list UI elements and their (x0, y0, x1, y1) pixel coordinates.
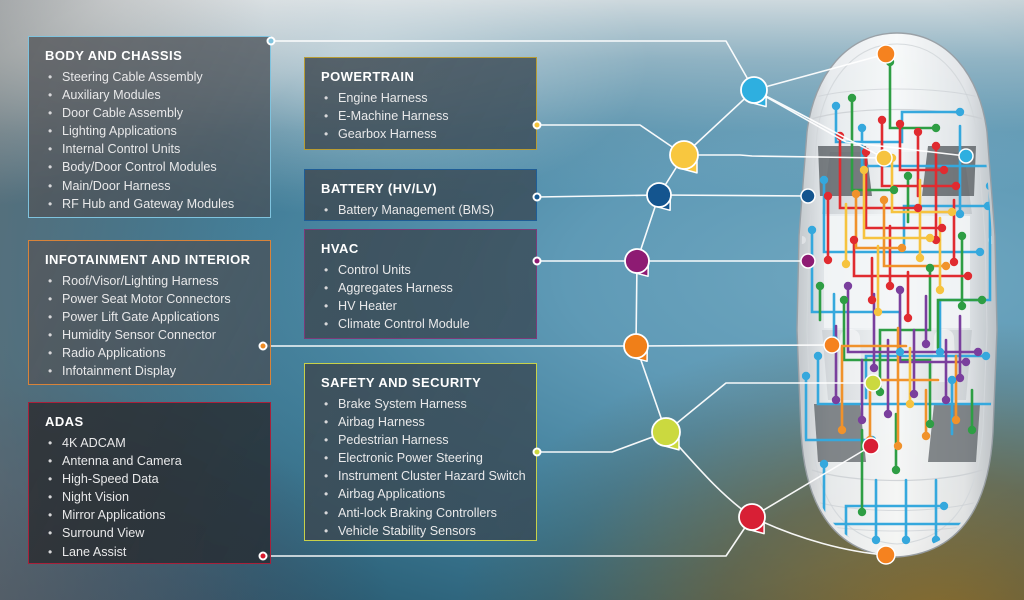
panel-powertrain[interactable]: POWERTRAIN Engine HarnessE-Machine Harnes… (304, 57, 537, 150)
network-node-roof-endpoint-node[interactable] (876, 44, 896, 64)
network-node-car-purple-tap[interactable] (800, 253, 816, 269)
list-item[interactable]: Internal Control Units (45, 140, 256, 158)
node-circle[interactable] (864, 374, 882, 392)
panel-title-safety-and-security: SAFETY AND SECURITY (321, 375, 482, 390)
list-item[interactable]: Infotainment Display (45, 362, 256, 380)
list-item[interactable]: Antenna and Camera (45, 452, 256, 470)
node-circle[interactable] (669, 140, 699, 170)
connector-dot-powertrain[interactable] (532, 120, 542, 130)
node-circle[interactable] (624, 248, 650, 274)
panel-list-infotainment-and-interior: Roof/Visor/Lighting HarnessPower Seat Mo… (45, 272, 256, 381)
list-item[interactable]: Vehicle Stability Sensors (321, 522, 522, 540)
panel-adas[interactable]: ADAS 4K ADCAMAntenna and CameraHigh-Speed… (28, 402, 271, 564)
list-item[interactable]: Electronic Power Steering (321, 449, 522, 467)
node-circle[interactable] (738, 503, 766, 531)
connector-dot-safety-and-security[interactable] (532, 447, 542, 457)
network-node-car-navy-tap[interactable] (800, 188, 816, 204)
panel-list-adas: 4K ADCAMAntenna and CameraHigh-Speed Dat… (45, 434, 256, 561)
panel-body-and-chassis[interactable]: BODY AND CHASSIS Steering Cable AssemblyA… (28, 36, 271, 218)
node-circle[interactable] (800, 253, 816, 269)
list-item[interactable]: HV Heater (321, 297, 522, 315)
list-item[interactable]: Lane Assist (45, 543, 256, 561)
connector-dot-battery-hv-lv[interactable] (532, 192, 542, 202)
list-item[interactable]: Gearbox Harness (321, 125, 522, 143)
panel-title-hvac: HVAC (321, 241, 359, 256)
node-circle[interactable] (862, 437, 880, 455)
list-item[interactable]: Mirror Applications (45, 506, 256, 524)
panel-title-body-and-chassis: BODY AND CHASSIS (45, 48, 183, 63)
panel-infotainment-and-interior[interactable]: INFOTAINMENT AND INTERIOR Roof/Visor/Ligh… (28, 240, 271, 385)
list-item[interactable]: E-Machine Harness (321, 107, 522, 125)
node-circle[interactable] (958, 148, 974, 164)
infographic-canvas: BODY AND CHASSISSteering Cable AssemblyA… (0, 0, 1024, 600)
network-node-battery-node[interactable] (646, 182, 672, 212)
list-item[interactable]: Airbag Harness (321, 413, 522, 431)
list-item[interactable]: RF Hub and Gateway Modules (45, 195, 256, 213)
list-item[interactable]: Humidity Sensor Connector (45, 326, 256, 344)
list-item[interactable]: Main/Door Harness (45, 177, 256, 195)
list-item[interactable]: Airbag Applications (321, 485, 522, 503)
panel-list-hvac: Control UnitsAggregates HarnessHV Heater… (321, 261, 522, 333)
panel-battery-hv-lv[interactable]: BATTERY (HV/LV) Battery Management (BMS) (304, 169, 537, 221)
network-node-car-lime-tap[interactable] (864, 374, 882, 392)
list-item[interactable]: Power Lift Gate Applications (45, 308, 256, 326)
node-circle[interactable] (823, 336, 841, 354)
list-item[interactable]: Control Units (321, 261, 522, 279)
list-item[interactable]: Instrument Cluster Hazard Switch (321, 467, 526, 485)
list-item[interactable]: High-Speed Data (45, 470, 256, 488)
list-item[interactable]: Battery Management (BMS) (321, 201, 522, 219)
list-item[interactable]: Roof/Visor/Lighting Harness (45, 272, 256, 290)
list-item[interactable]: Brake System Harness (321, 395, 522, 413)
list-item[interactable]: Lighting Applications (45, 122, 256, 140)
panel-safety-and-security[interactable]: SAFETY AND SECURITYBrake System HarnessA… (304, 363, 537, 541)
list-item[interactable]: Anti-lock Braking Controllers (321, 504, 522, 522)
panel-hvac[interactable]: HVAC Control UnitsAggregates HarnessHV He… (304, 229, 537, 339)
network-node-car-gold-tap[interactable] (875, 149, 893, 167)
network-node-car-orange-tap[interactable] (823, 336, 841, 354)
network-node-powertrain-node[interactable] (669, 140, 699, 174)
list-item[interactable]: Auxiliary Modules (45, 86, 256, 104)
node-circle[interactable] (646, 182, 672, 208)
list-item[interactable]: Night Vision (45, 488, 256, 506)
list-item[interactable]: Power Seat Motor Connectors (45, 290, 256, 308)
list-item[interactable]: Body/Door Control Modules (45, 158, 256, 176)
panel-list-battery-hv-lv: Battery Management (BMS) (321, 201, 522, 219)
network-node-infotainment-node[interactable] (623, 333, 649, 363)
node-circle[interactable] (875, 149, 893, 167)
connector-dot-adas[interactable] (258, 551, 268, 561)
list-item[interactable]: Steering Cable Assembly (45, 68, 256, 86)
list-item[interactable]: Door Cable Assembly (45, 104, 256, 122)
list-item[interactable]: Surround View (45, 524, 256, 542)
connector-dot-hvac[interactable] (532, 256, 542, 266)
network-node-body-and-chassis-node[interactable] (740, 76, 768, 108)
list-item[interactable]: Engine Harness (321, 89, 522, 107)
panel-title-infotainment-and-interior: INFOTAINMENT AND INTERIOR (45, 252, 251, 267)
network-nodes (623, 44, 974, 565)
network-node-hvac-node[interactable] (624, 248, 650, 278)
list-item[interactable]: Radio Applications (45, 344, 256, 362)
node-circle[interactable] (876, 44, 896, 64)
panel-list-body-and-chassis: Steering Cable AssemblyAuxiliary Modules… (45, 68, 256, 213)
node-circle[interactable] (876, 545, 896, 565)
node-circle[interactable] (740, 76, 768, 104)
network-node-car-cyan-tap[interactable] (958, 148, 974, 164)
panel-title-adas: ADAS (45, 414, 84, 429)
panel-list-powertrain: Engine HarnessE-Machine HarnessGearbox H… (321, 89, 522, 143)
panel-title-powertrain: POWERTRAIN (321, 69, 415, 84)
network-node-adas-node[interactable] (738, 503, 766, 535)
connector-dot-infotainment-and-interior[interactable] (258, 341, 268, 351)
panel-title-battery-hv-lv: BATTERY (HV/LV) (321, 181, 438, 196)
node-circle[interactable] (623, 333, 649, 359)
connector-dot-body-and-chassis[interactable] (266, 36, 276, 46)
list-item[interactable]: Aggregates Harness (321, 279, 522, 297)
list-item[interactable]: Pedestrian Harness (321, 431, 522, 449)
panel-list-safety-and-security: Brake System HarnessAirbag HarnessPedest… (321, 395, 526, 540)
network-node-car-red-tap[interactable] (862, 437, 880, 455)
node-circle[interactable] (651, 417, 681, 447)
list-item[interactable]: 4K ADCAM (45, 434, 256, 452)
network-node-safety-node[interactable] (651, 417, 681, 451)
network-node-underbody-endpoint-node[interactable] (876, 545, 896, 565)
list-item[interactable]: Climate Control Module (321, 315, 522, 333)
node-circle[interactable] (800, 188, 816, 204)
